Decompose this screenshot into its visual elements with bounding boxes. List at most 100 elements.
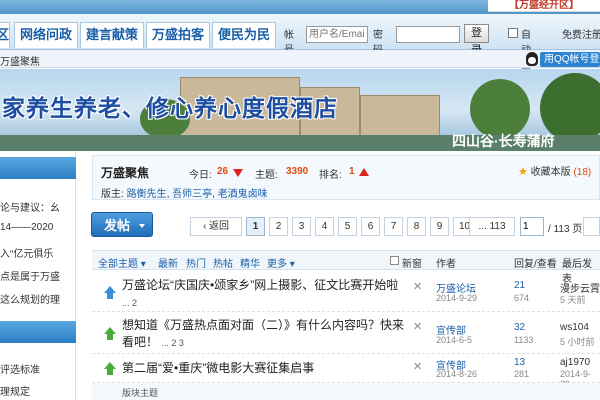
filter-latest[interactable]: 最新 [158,255,178,270]
sidebar-link[interactable]: 入“亿元俱乐 [0,245,53,260]
account-input[interactable] [306,26,368,43]
breadcrumb[interactable]: 万盛聚焦 [0,53,40,68]
sidebar-link[interactable]: 论与建议：幺 [0,199,60,214]
topics-label: 主题: [255,170,278,181]
chevron-down-icon [139,224,145,228]
thread-title[interactable]: 第二届“爱•重庆”微电影大赛征集启事 [122,360,412,377]
moderators-label: 版主: [101,189,124,200]
filter-more[interactable]: 更多 ▾ [267,255,295,270]
moderator-link[interactable]: 路衡先生 [127,189,167,200]
pinned-up-arrow-icon [102,286,118,300]
last-post-time[interactable]: 5 小时前 [560,335,595,348]
page-link[interactable]: 2 [269,217,288,236]
favorite-forum-link[interactable]: ★ 收藏本版 (18) [518,163,591,178]
back-label: 返回 [209,221,230,232]
star-icon: ★ [518,166,528,178]
banner-tree-graphic [470,79,530,139]
sidebar-link[interactable]: 理规定 [0,383,30,398]
close-icon[interactable]: ✕ [413,320,422,333]
close-icon[interactable]: ✕ [413,360,422,373]
today-count: 26 [217,166,229,177]
nav-tab-online-politics[interactable]: 网络问政 [14,22,79,48]
page-link[interactable]: 4 [315,217,334,236]
thread-row[interactable]: 想知道《万盛热点面对面（二）》有什么内容吗？快来看吧！ ... 2 3 ✕ 宣传… [92,314,600,354]
thread-row[interactable]: 万盛论坛“庆国庆•颂家乡”网上摄影、征文比赛开始啦 ... 2 ✕ 万盛论坛 2… [92,272,600,312]
moderator-link[interactable]: 吾师三亭 [172,189,212,200]
last-post-user[interactable]: aj1970 [560,357,590,368]
password-input[interactable] [396,26,460,43]
thread-title-text: 第二届“爱•重庆”微电影大赛征集启事 [122,361,315,375]
new-post-label: 发帖 [104,218,131,233]
moderators: 版主: 路衡先生, 吾师三亭, 老酒鬼卤味 [101,189,268,200]
last-page-link[interactable]: ... 113 [469,217,515,236]
reply-count: 21 [514,280,526,291]
thread-date: 2014-6-5 [436,335,473,345]
moderator-link[interactable]: 老酒鬼卤味 [218,189,268,200]
sidebar-header [0,321,76,343]
last-post-time[interactable]: 5 天前 [560,293,586,306]
register-link[interactable]: 免费注册 [562,26,600,41]
filter-hot-posts[interactable]: 热帖 [213,255,233,270]
banner-subtitle: 四山谷·长寿蒲府 [452,133,555,149]
filter-all-label: 全部主题 [98,259,138,270]
rank-value: 1 [349,166,355,177]
view-count: 1133 [514,335,534,345]
login-button[interactable]: 登录 [464,24,489,56]
pinned-section-toggle[interactable]: 版块主题 [92,383,600,400]
author-column-header: 作者 [436,259,456,270]
page-link[interactable]: 8 [407,217,426,236]
nav-tab-public-service[interactable]: 便民为民 [212,22,277,48]
close-icon[interactable]: ✕ [413,280,422,293]
page-link[interactable]: 3 [292,217,311,236]
favorite-label: 收藏本版 [530,167,571,178]
filter-more-label: 更多 [267,259,287,270]
today-label: 今日: [189,170,212,181]
reply-view-column-header: 回复/查看 [514,259,557,270]
qq-icon [526,52,538,66]
filter-digest[interactable]: 精华 [240,255,260,270]
back-button[interactable]: ‹ 返回 [190,217,242,236]
sidebar-link[interactable]: 评选标准 [0,361,40,376]
sidebar-link[interactable]: 14——2020 [0,222,53,233]
auto-login-checkbox[interactable] [508,28,518,38]
page-link[interactable]: 5 [338,217,357,236]
trend-down-icon [233,169,243,177]
last-post-user[interactable]: ws104 [560,322,589,333]
page-jump-input[interactable] [520,217,544,236]
filter-all[interactable]: 全部主题 ▾ [98,255,146,270]
nav-tab-suggestions[interactable]: 建言献策 [80,22,145,48]
favorite-count: (18) [573,167,592,178]
banner-title: 家养生养老、修心养心度假酒店 [2,96,338,122]
pinned-up-arrow-icon [102,327,118,341]
thread-title[interactable]: 想知道《万盛热点面对面（二）》有什么内容吗？快来看吧！ ... 2 3 [122,317,412,352]
nav-tab-photographers[interactable]: 万盛拍客 [146,22,211,48]
thread-pages[interactable]: ... 2 3 [161,338,184,348]
banner-building-graphic [360,95,440,137]
sidebar-link[interactable]: 这么规划的理 [0,291,60,306]
thread-date: 2014-9-29 [436,293,478,303]
thread-title[interactable]: 万盛论坛“庆国庆•颂家乡”网上摄影、征文比赛开始啦 ... 2 [122,277,412,312]
page-link[interactable]: 7 [384,217,403,236]
thread-row[interactable]: 第二届“爱•重庆”微电影大赛征集启事 ✕ 宣传部 2014-8-26 13 28… [92,356,600,389]
hotel-ad-banner[interactable]: 家养生养老、修心养心度假酒店 四山谷·长寿蒲府 [0,69,600,151]
rank-label: 排名: [319,170,342,181]
sidebar-link[interactable]: 点是属于万盛 [0,268,60,283]
new-post-button[interactable]: 发帖 [91,212,153,237]
main-nav: 区 网络问政 建言献策 万盛拍客 便民为民 帐号 密码 登录 自动登陆 免费注册 [0,14,600,86]
view-count: 674 [514,293,530,303]
page-link[interactable]: 9 [430,217,449,236]
topics-count: 3390 [286,166,309,177]
pinned-up-arrow-icon [102,362,118,376]
qq-login-button[interactable]: 用QQ帐号登录 [540,52,600,80]
new-window-checkbox[interactable] [390,256,399,265]
thread-pages[interactable]: ... 2 [122,298,137,308]
filter-hot[interactable]: 热门 [186,255,206,270]
view-count: 281 [514,369,530,379]
forum-name: 万盛聚焦 [101,166,150,180]
nav-tab-district[interactable]: 区 [0,22,10,48]
next-page-button[interactable] [583,217,600,236]
page-link[interactable]: 6 [361,217,380,236]
left-sidebar: 论与建议：幺 14——2020 入“亿元俱乐 点是属于万盛 这么规划的理 评选标… [0,151,76,400]
thread-list-header: 全部主题 ▾ 最新 热门 热帖 精华 更多 ▾ 新窗 作者 回复/查看 最后发表 [92,250,600,285]
page-link[interactable]: 1 [246,217,265,236]
